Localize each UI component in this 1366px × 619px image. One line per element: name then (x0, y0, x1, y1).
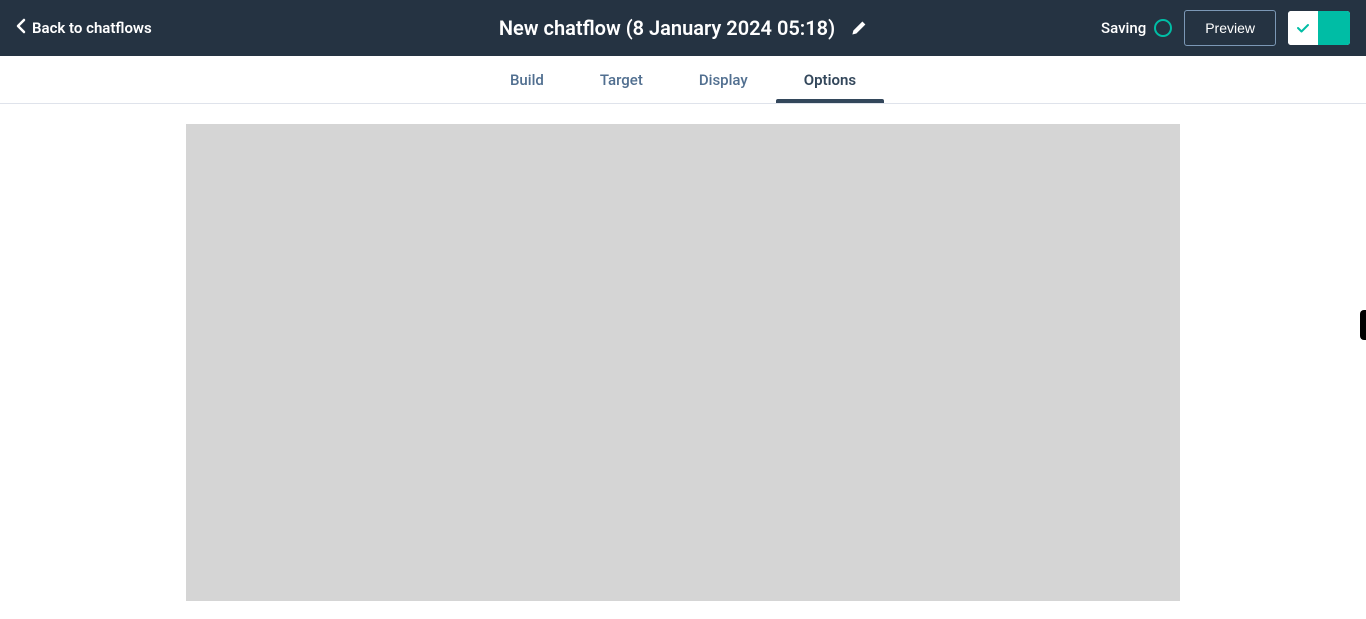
saving-label: Saving (1101, 19, 1146, 37)
page-title: New chatflow (8 January 2024 05:18) (499, 16, 835, 40)
side-handle[interactable] (1360, 310, 1366, 340)
tabs-nav: Build Target Display Options (0, 56, 1366, 104)
saving-indicator: Saving (1101, 19, 1172, 37)
chevron-left-icon (16, 18, 26, 38)
edit-icon[interactable] (851, 20, 867, 36)
title-area: New chatflow (8 January 2024 05:18) (499, 16, 867, 40)
header-actions: Saving Preview (1101, 10, 1350, 46)
app-header: Back to chatflows New chatflow (8 Januar… (0, 0, 1366, 56)
tab-target[interactable]: Target (572, 56, 671, 103)
back-to-chatflows-link[interactable]: Back to chatflows (16, 18, 152, 38)
tab-build[interactable]: Build (482, 56, 572, 103)
toggle-check-icon (1288, 11, 1318, 45)
publish-toggle[interactable] (1288, 11, 1350, 45)
back-label: Back to chatflows (32, 19, 152, 37)
content-placeholder (186, 124, 1180, 601)
content-area[interactable] (0, 104, 1366, 619)
tab-options[interactable]: Options (776, 56, 884, 103)
toggle-track (1318, 11, 1350, 45)
preview-button[interactable]: Preview (1184, 10, 1276, 46)
spinner-icon (1154, 19, 1172, 37)
tab-display[interactable]: Display (671, 56, 776, 103)
